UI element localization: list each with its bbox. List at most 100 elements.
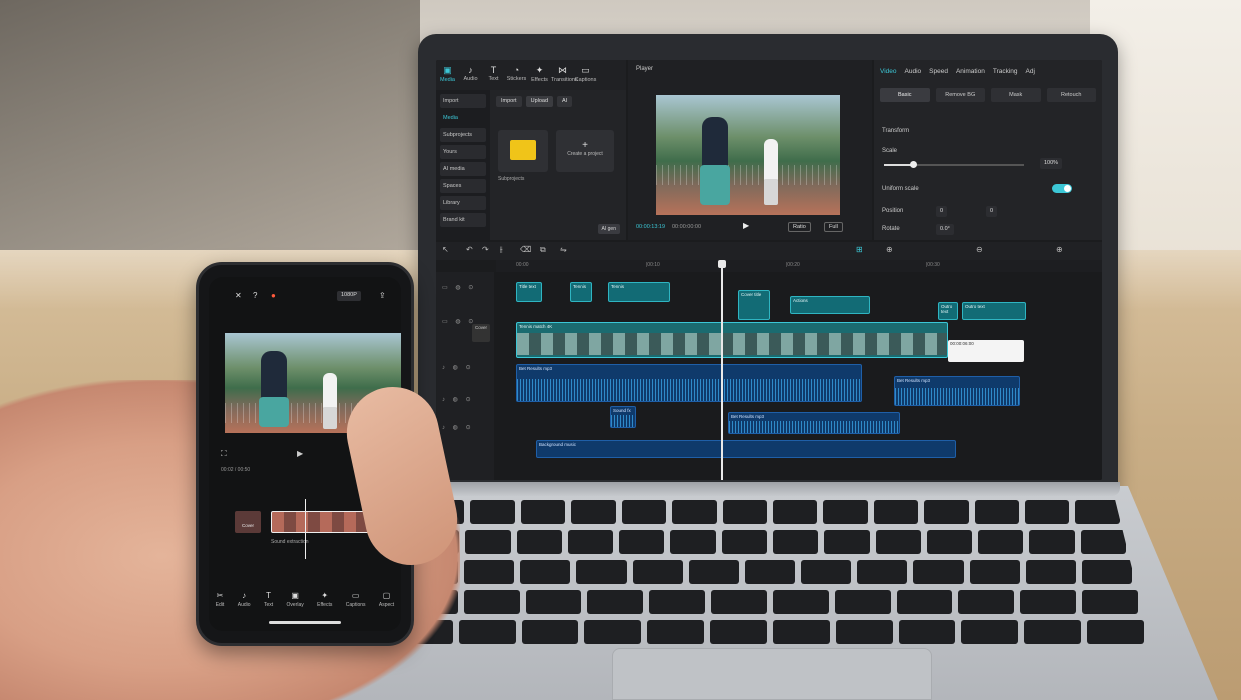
ratio-button[interactable]: Ratio <box>788 222 811 232</box>
audio-clip[interactable]: Bet Results mp3 <box>728 412 900 434</box>
category-media[interactable]: Media <box>440 111 486 125</box>
tab-edit[interactable]: ✂ Edit <box>216 591 225 615</box>
redo-icon[interactable]: ↷ <box>482 245 489 254</box>
subtab-retouch[interactable]: Retouch <box>1046 88 1096 102</box>
text-clip[interactable]: Tennis <box>570 282 592 302</box>
sound-extraction[interactable]: Sound extraction <box>271 539 309 545</box>
upload-button[interactable]: Upload <box>525 96 554 107</box>
phone-cover-button[interactable]: Cover <box>235 511 261 533</box>
phone-timecode: 00:02 / 00:50 <box>221 467 251 473</box>
tab-overlay[interactable]: ▣ Overlay <box>287 591 304 615</box>
select-icon[interactable]: ↖ <box>442 245 449 254</box>
tab-audio[interactable]: Audio <box>905 68 922 80</box>
link-icon[interactable]: ⊕ <box>886 245 893 254</box>
audio-waveform <box>517 379 861 401</box>
category-subprojects[interactable]: Subprojects <box>440 128 486 142</box>
audio-clip[interactable]: Background music <box>536 440 956 458</box>
scale-slider[interactable] <box>884 161 1024 168</box>
text-clip[interactable]: Outro text <box>962 302 1026 320</box>
track-3-controls[interactable]: ♪ ◍ ⊙ <box>442 364 474 371</box>
text-clip[interactable]: Tennis <box>608 282 670 302</box>
rotate-field[interactable]: 0.0° <box>936 224 954 235</box>
scale-slider-knob[interactable] <box>910 161 917 168</box>
category-brand-kit[interactable]: Brand kit <box>440 213 486 227</box>
tab-adjust[interactable]: Adj <box>1026 68 1035 80</box>
cover-button[interactable]: Cover <box>472 324 490 342</box>
fullscreen-icon[interactable]: ⛶ <box>221 449 227 459</box>
position-y-field[interactable]: 0 <box>986 206 998 217</box>
audio-waveform <box>611 415 635 427</box>
tool-captions[interactable]: ▭ Captions <box>574 60 597 90</box>
player-video[interactable] <box>656 95 840 215</box>
text-clip[interactable]: Outro text <box>938 302 958 320</box>
ai-gen-badge[interactable]: AI gen <box>597 224 620 234</box>
timeline-toolbar: ↖ ↶ ↷ ⫲ ⌫ ⧉ ⇋ ⊞ ⊕ ⊖ ⊕ <box>436 242 1102 260</box>
timeline-playhead[interactable] <box>718 260 726 480</box>
track-2-controls[interactable]: ▭ ◍ ⊙ <box>442 318 476 325</box>
full-button[interactable]: Full <box>824 222 843 232</box>
tab-speed[interactable]: Speed <box>929 68 948 80</box>
audio-waveform <box>895 388 1019 405</box>
category-yours[interactable]: Yours <box>440 145 486 159</box>
category-import[interactable]: Import <box>440 94 486 108</box>
subtab-remove-bg[interactable]: Remove BG <box>935 88 985 102</box>
phone-topbar: ✕ ? ● 1080P ⇪ <box>209 291 401 307</box>
tab-aspect[interactable]: ▢ Aspect <box>379 591 394 615</box>
delete-icon[interactable]: ⌫ <box>520 245 531 254</box>
text-clip[interactable]: Actions <box>790 296 870 314</box>
subtab-basic[interactable]: Basic <box>880 88 930 102</box>
tab-effects[interactable]: ✦ Effects <box>317 591 332 615</box>
text-clip[interactable]: Title text <box>516 282 542 302</box>
audio-clip[interactable]: Bet Results mp3 <box>516 364 862 402</box>
folder-tile[interactable] <box>498 130 548 172</box>
help-icon[interactable]: ? <box>253 291 257 300</box>
crop-icon[interactable]: ⧉ <box>540 245 546 255</box>
ai-button[interactable]: AI <box>557 96 573 107</box>
tool-effects[interactable]: ✦ Effects <box>528 60 551 90</box>
woman-shorts <box>259 397 289 427</box>
white-clip[interactable]: 00:00:06:00 <box>948 340 1024 362</box>
resolution-badge[interactable]: 1080P <box>337 291 361 301</box>
subtab-mask[interactable]: Mask <box>991 88 1041 102</box>
audio-clip[interactable]: Bet Results mp3 <box>894 376 1020 406</box>
tool-transitions[interactable]: ⋈ Transitions <box>551 60 578 90</box>
tab-text[interactable]: T Text <box>264 591 273 615</box>
import-button[interactable]: Import <box>496 96 522 107</box>
track-1-controls[interactable]: ▭ ◍ ⊙ <box>442 284 476 291</box>
category-spaces[interactable]: Spaces <box>440 179 486 193</box>
phone-playhead[interactable] <box>305 499 306 559</box>
tab-captions[interactable]: ▭ Captions <box>346 591 366 615</box>
create-project-tile[interactable]: + Create a project <box>556 130 614 172</box>
category-library[interactable]: Library <box>440 196 486 210</box>
tab-animation[interactable]: Animation <box>956 68 985 80</box>
folder-icon <box>510 140 536 160</box>
video-clip[interactable]: Tennis match 4K <box>516 322 948 358</box>
zoom-in-icon[interactable]: ⊕ <box>1056 245 1063 254</box>
text-clip[interactable]: Cover title <box>738 290 770 320</box>
close-icon[interactable]: ✕ <box>235 291 242 300</box>
snap-icon[interactable]: ⊞ <box>856 245 863 254</box>
audio-clip[interactable]: Sound fx <box>610 406 636 428</box>
tool-audio[interactable]: ♪ Audio <box>459 60 482 90</box>
media-toolbar: ▣ Media ♪ Audio T Text ◔ Stickers ✦ Effects ⋈… <box>436 60 626 90</box>
mirror-icon[interactable]: ⇋ <box>560 245 567 254</box>
uniform-scale-label: Uniform scale <box>882 186 919 192</box>
play-icon[interactable]: ▶ <box>743 221 749 230</box>
tool-stickers[interactable]: ◔ Stickers <box>505 60 528 90</box>
zoom-out-icon[interactable]: ⊖ <box>976 245 983 254</box>
rotate-label: Rotate <box>882 226 900 232</box>
undo-icon[interactable]: ↶ <box>466 245 473 254</box>
tool-text[interactable]: T Text <box>482 60 505 90</box>
flame-icon[interactable]: ● <box>271 291 276 300</box>
tab-audio[interactable]: ♪ Audio <box>238 591 251 615</box>
tab-video[interactable]: Video <box>880 68 897 80</box>
tab-tracking[interactable]: Tracking <box>993 68 1018 80</box>
play-icon[interactable]: ▶ <box>297 449 303 458</box>
uniform-scale-toggle[interactable] <box>1052 184 1072 193</box>
position-x-field[interactable]: 0 <box>936 206 948 217</box>
export-icon[interactable]: ⇪ <box>379 291 386 300</box>
split-icon[interactable]: ⫲ <box>500 245 503 255</box>
category-ai-media[interactable]: AI media <box>440 162 486 176</box>
scale-value[interactable]: 100% <box>1040 158 1063 169</box>
tool-media[interactable]: ▣ Media <box>436 60 459 90</box>
